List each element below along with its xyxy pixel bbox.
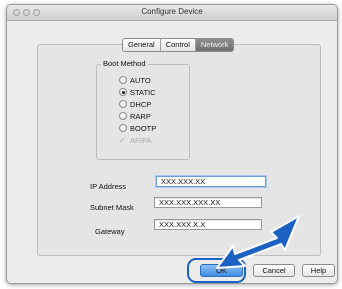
checkbox-apipa: ✓ APIPA bbox=[119, 135, 152, 145]
ip-address-field[interactable] bbox=[156, 176, 266, 187]
radio-bootp[interactable]: BOOTP bbox=[119, 123, 156, 133]
radio-label-dhcp: DHCP bbox=[130, 99, 152, 109]
radio-label-static: STATIC bbox=[130, 87, 156, 97]
radio-button[interactable] bbox=[119, 112, 127, 120]
tab-general[interactable]: General bbox=[123, 39, 161, 51]
pointer-arrow-icon bbox=[216, 215, 300, 269]
tab-bar: General Control Network bbox=[122, 38, 235, 52]
radio-label-auto: AUTO bbox=[130, 75, 151, 85]
checkbox-label-apipa: APIPA bbox=[130, 135, 152, 145]
title-bar: Configure Device bbox=[7, 5, 337, 21]
tab-network[interactable]: Network bbox=[195, 39, 234, 51]
radio-button-selected[interactable] bbox=[119, 88, 127, 96]
radio-button[interactable] bbox=[119, 124, 127, 132]
checkmark-icon: ✓ bbox=[119, 135, 126, 145]
radio-rarp[interactable]: RARP bbox=[119, 111, 151, 121]
gateway-label: Gateway bbox=[95, 227, 125, 236]
help-button[interactable]: Help bbox=[302, 264, 335, 277]
window-title: Configure Device bbox=[141, 7, 203, 16]
tab-control[interactable]: Control bbox=[161, 39, 196, 51]
radio-button[interactable] bbox=[119, 100, 127, 108]
subnet-mask-field[interactable] bbox=[154, 197, 262, 208]
radio-button[interactable] bbox=[119, 76, 127, 84]
radio-label-rarp: RARP bbox=[130, 111, 151, 121]
ip-address-label: IP Address bbox=[90, 182, 127, 191]
radio-label-bootp: BOOTP bbox=[130, 123, 157, 133]
radio-dhcp[interactable]: DHCP bbox=[119, 99, 151, 109]
boot-method-group: Boot Method AUTO STATIC DHCP RARP BOOTP bbox=[96, 59, 190, 160]
radio-static[interactable]: STATIC bbox=[119, 87, 156, 97]
subnet-mask-label: Subnet Mask bbox=[90, 203, 134, 212]
radio-auto[interactable]: AUTO bbox=[119, 75, 151, 85]
boot-method-title: Boot Method bbox=[101, 59, 148, 68]
